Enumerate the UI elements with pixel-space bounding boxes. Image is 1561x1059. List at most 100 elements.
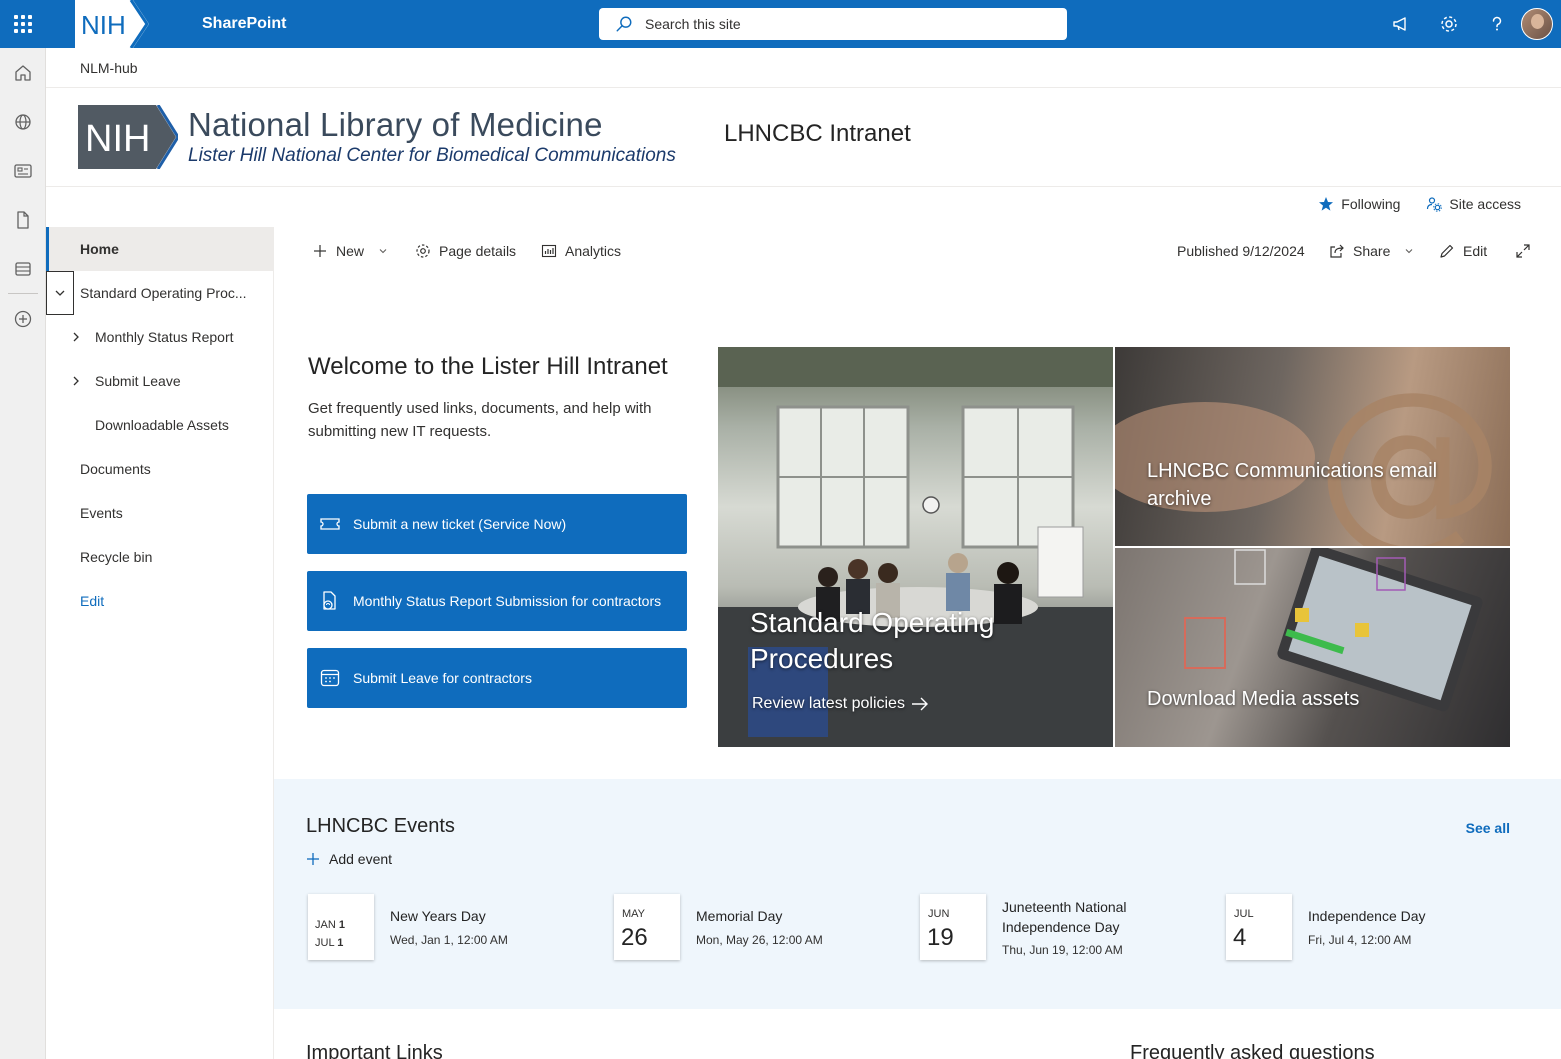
- submit-ticket-button[interactable]: Submit a new ticket (Service Now): [307, 494, 687, 554]
- important-links-heading: Important Links: [306, 1042, 443, 1059]
- analytics-button[interactable]: Analytics: [541, 231, 621, 271]
- settings-button[interactable]: [1425, 0, 1473, 48]
- site-access-button[interactable]: Site access: [1426, 196, 1521, 212]
- event-date-end: JUL 1: [315, 937, 344, 949]
- nav-edit-link[interactable]: Edit: [46, 579, 273, 623]
- at-sign-image: @: [1115, 351, 1505, 546]
- home-icon: [15, 64, 31, 81]
- hero-tile-email-archive[interactable]: @ LHNCBC Communications email archive: [1115, 347, 1510, 546]
- nav-item-documents[interactable]: Documents: [46, 447, 273, 491]
- svg-text:@: @: [1315, 351, 1505, 546]
- add-event-label: Add event: [329, 851, 393, 867]
- app-name[interactable]: SharePoint: [202, 15, 286, 33]
- nih-logo[interactable]: NIH: [75, 0, 149, 48]
- event-date-box: JAN 1 JUL 1: [308, 894, 374, 960]
- site-nih-logo[interactable]: NIH: [78, 105, 178, 169]
- button-label: Submit a new ticket (Service Now): [353, 516, 567, 532]
- create-button[interactable]: [0, 294, 46, 343]
- nav-item-label: Events: [80, 505, 123, 521]
- nav-item-recycle-bin[interactable]: Recycle bin: [46, 535, 273, 579]
- gear-icon: [416, 244, 430, 258]
- svg-text:NIH: NIH: [85, 118, 150, 160]
- event-card[interactable]: MAY 26 Memorial Day Mon, May 26, 12:00 A…: [614, 894, 904, 960]
- share-button[interactable]: Share: [1329, 231, 1414, 271]
- page-details-label: Page details: [439, 243, 517, 259]
- sop-link[interactable]: Review latest policies: [752, 695, 929, 713]
- edit-button[interactable]: Edit: [1439, 231, 1487, 271]
- button-label: Submit Leave for contractors: [353, 670, 532, 686]
- chevron-down-icon: [379, 249, 387, 254]
- star-icon: [1319, 197, 1334, 211]
- nav-item-submit-leave[interactable]: Submit Leave: [46, 359, 273, 403]
- following-button[interactable]: Following: [1318, 196, 1400, 212]
- left-navigation: Home Standard Operating Proc... Monthly …: [46, 227, 274, 1059]
- hero-tile-sop[interactable]: Standard Operating Procedures Review lat…: [718, 347, 1113, 747]
- nav-item-downloadable-assets[interactable]: Downloadable Assets: [46, 403, 273, 447]
- see-all-link[interactable]: See all: [1466, 820, 1510, 836]
- event-date-box: MAY 26: [614, 894, 680, 960]
- hub-name-link[interactable]: NLM-hub: [80, 60, 138, 76]
- expand-icon: [1516, 244, 1530, 258]
- avatar[interactable]: [1521, 8, 1553, 40]
- search-icon: [616, 16, 632, 32]
- chevron-right-icon: [73, 332, 79, 342]
- event-time: Fri, Jul 4, 12:00 AM: [1308, 933, 1412, 947]
- search-box[interactable]: [599, 8, 1067, 40]
- page-details-button[interactable]: Page details: [415, 231, 516, 271]
- welcome-title: Welcome to the Lister Hill Intranet: [308, 353, 668, 380]
- event-card[interactable]: JUN 19 Juneteenth National Independence …: [920, 894, 1210, 960]
- nav-item-monthly-status[interactable]: Monthly Status Report: [46, 315, 273, 359]
- command-bar: New Page details Analytics Published 9/1…: [274, 231, 1561, 271]
- site-access-label: Site access: [1449, 196, 1521, 212]
- event-day: 26: [621, 924, 648, 951]
- nav-expander-button[interactable]: [68, 373, 84, 389]
- news-button[interactable]: [0, 146, 46, 195]
- search-input[interactable]: [645, 16, 1045, 32]
- app-launcher-button[interactable]: [0, 0, 45, 48]
- media-assets-title: Download Media assets: [1147, 688, 1360, 710]
- sites-button[interactable]: [0, 97, 46, 146]
- help-button[interactable]: [1473, 0, 1521, 48]
- site-actions: Following Site access: [1318, 196, 1521, 212]
- chevron-down-icon: [1405, 249, 1413, 254]
- org-name: National Library of Medicine: [188, 106, 603, 143]
- nav-expander-button[interactable]: [46, 271, 74, 315]
- nav-item-sop[interactable]: Standard Operating Proc...: [46, 271, 273, 315]
- monthly-status-button[interactable]: Monthly Status Report Submission for con…: [307, 571, 687, 631]
- faq-heading: Frequently asked questions: [1130, 1042, 1375, 1059]
- nav-expander-button[interactable]: [68, 329, 84, 345]
- new-button[interactable]: New: [312, 231, 388, 271]
- event-card[interactable]: JUL 4 Independence Day Fri, Jul 4, 12:00…: [1226, 894, 1516, 960]
- button-label: Monthly Status Report Submission for con…: [353, 593, 662, 609]
- pencil-icon: [1440, 244, 1454, 258]
- following-label: Following: [1341, 196, 1401, 212]
- arrow-right-icon: [911, 697, 928, 711]
- event-card[interactable]: JAN 1 JUL 1 New Years Day Wed, Jan 1, 12…: [308, 894, 598, 960]
- analytics-icon: [541, 244, 557, 258]
- event-title: New Years Day: [390, 908, 486, 924]
- event-title: Independence Day: [1308, 908, 1426, 924]
- share-icon: [1330, 244, 1344, 258]
- files-button[interactable]: [0, 195, 46, 244]
- nav-item-home[interactable]: Home: [46, 227, 273, 271]
- app-bar: [0, 48, 46, 1059]
- lists-button[interactable]: [0, 244, 46, 293]
- hero-tile-media-assets[interactable]: Download Media assets: [1115, 548, 1510, 747]
- home-button[interactable]: [0, 48, 46, 97]
- add-event-button[interactable]: Add event: [306, 851, 392, 867]
- feedback-button[interactable]: [1377, 0, 1425, 48]
- chevron-right-icon: [73, 376, 79, 386]
- hub-navigation: NLM-hub: [46, 48, 1561, 88]
- plus-icon: [314, 245, 326, 257]
- news-icon: [14, 163, 32, 178]
- list-icon: [15, 261, 31, 276]
- nav-item-label: Recycle bin: [80, 549, 153, 565]
- event-date-box: JUL 4: [1226, 894, 1292, 960]
- event-date-box: JUN 19: [920, 894, 986, 960]
- site-title[interactable]: LHNCBC Intranet: [724, 120, 911, 148]
- submit-leave-button[interactable]: Submit Leave for contractors: [307, 648, 687, 708]
- expand-button[interactable]: [1515, 231, 1531, 271]
- laptop-files-image: [1184, 548, 1483, 712]
- event-day: 4: [1233, 924, 1247, 951]
- nav-item-events[interactable]: Events: [46, 491, 273, 535]
